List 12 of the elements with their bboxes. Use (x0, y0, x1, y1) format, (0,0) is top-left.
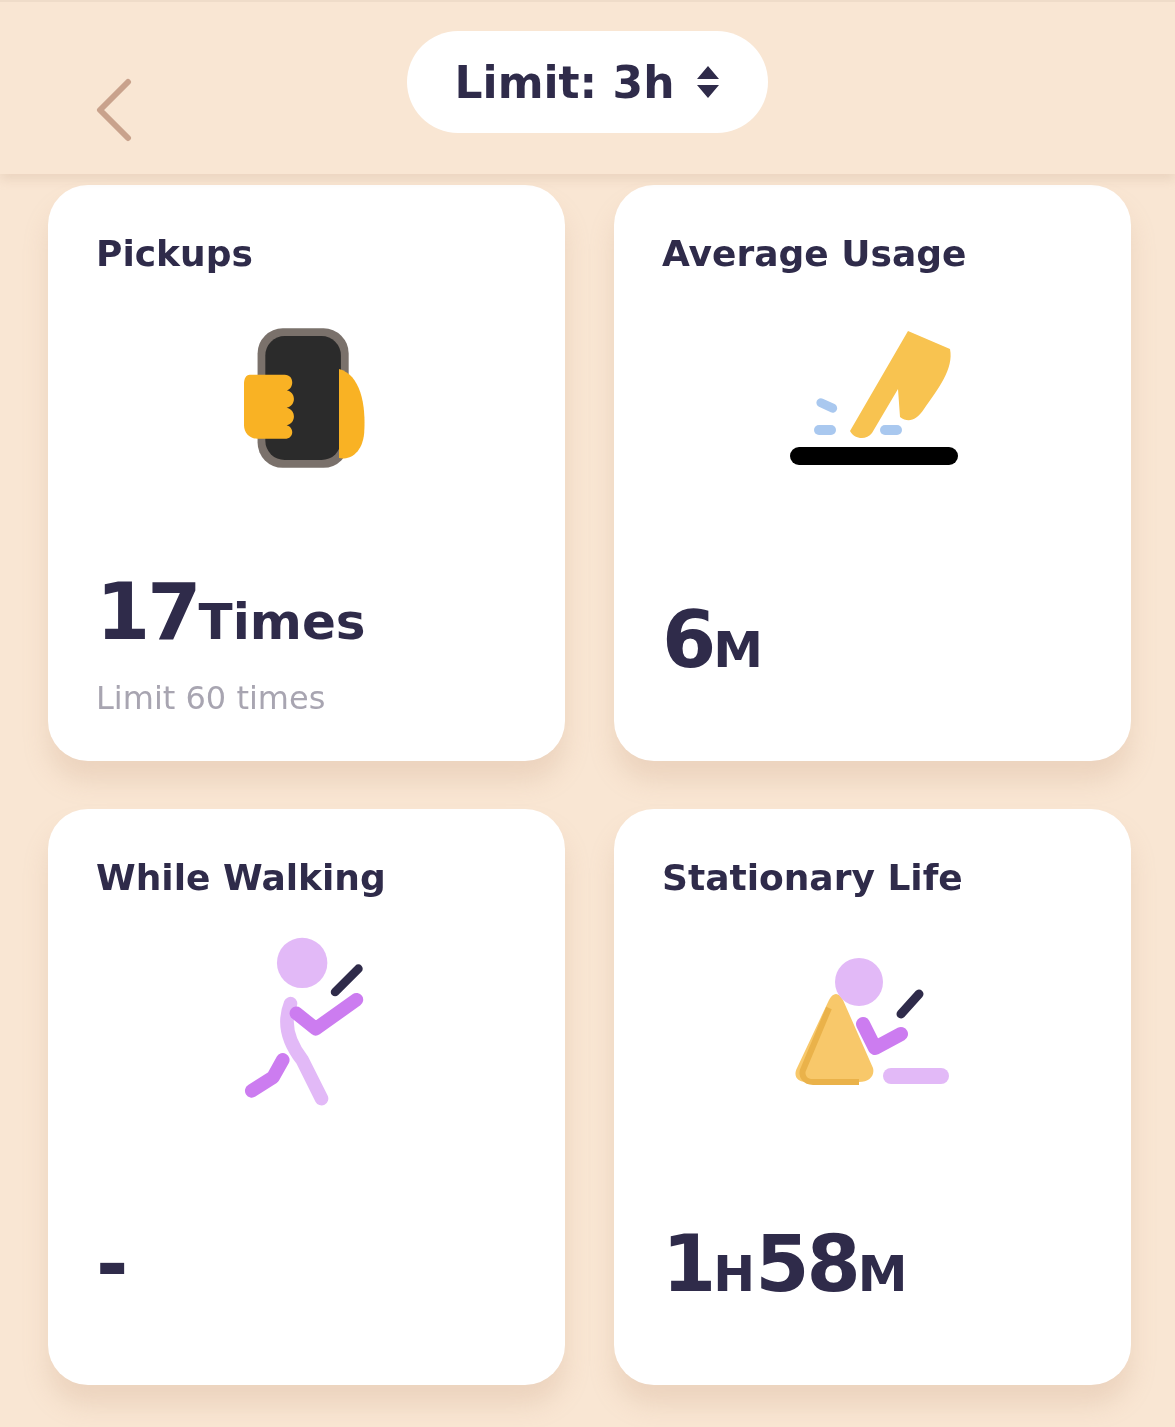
card-title: Average Usage (662, 233, 968, 274)
stat-value: 17Times (96, 573, 367, 651)
up-down-icon (696, 64, 721, 100)
stat-value: 6M (662, 601, 765, 679)
card-title: While Walking (96, 857, 387, 898)
limit-note: Limit 60 times (96, 679, 327, 717)
card-title: Pickups (96, 233, 254, 274)
stat-value: 1H58M (662, 1225, 909, 1303)
limit-selector[interactable]: Limit: 3h (406, 31, 769, 133)
stat-value: - (96, 1225, 127, 1303)
card-title: Stationary Life (662, 857, 964, 898)
back-icon[interactable] (94, 78, 134, 142)
